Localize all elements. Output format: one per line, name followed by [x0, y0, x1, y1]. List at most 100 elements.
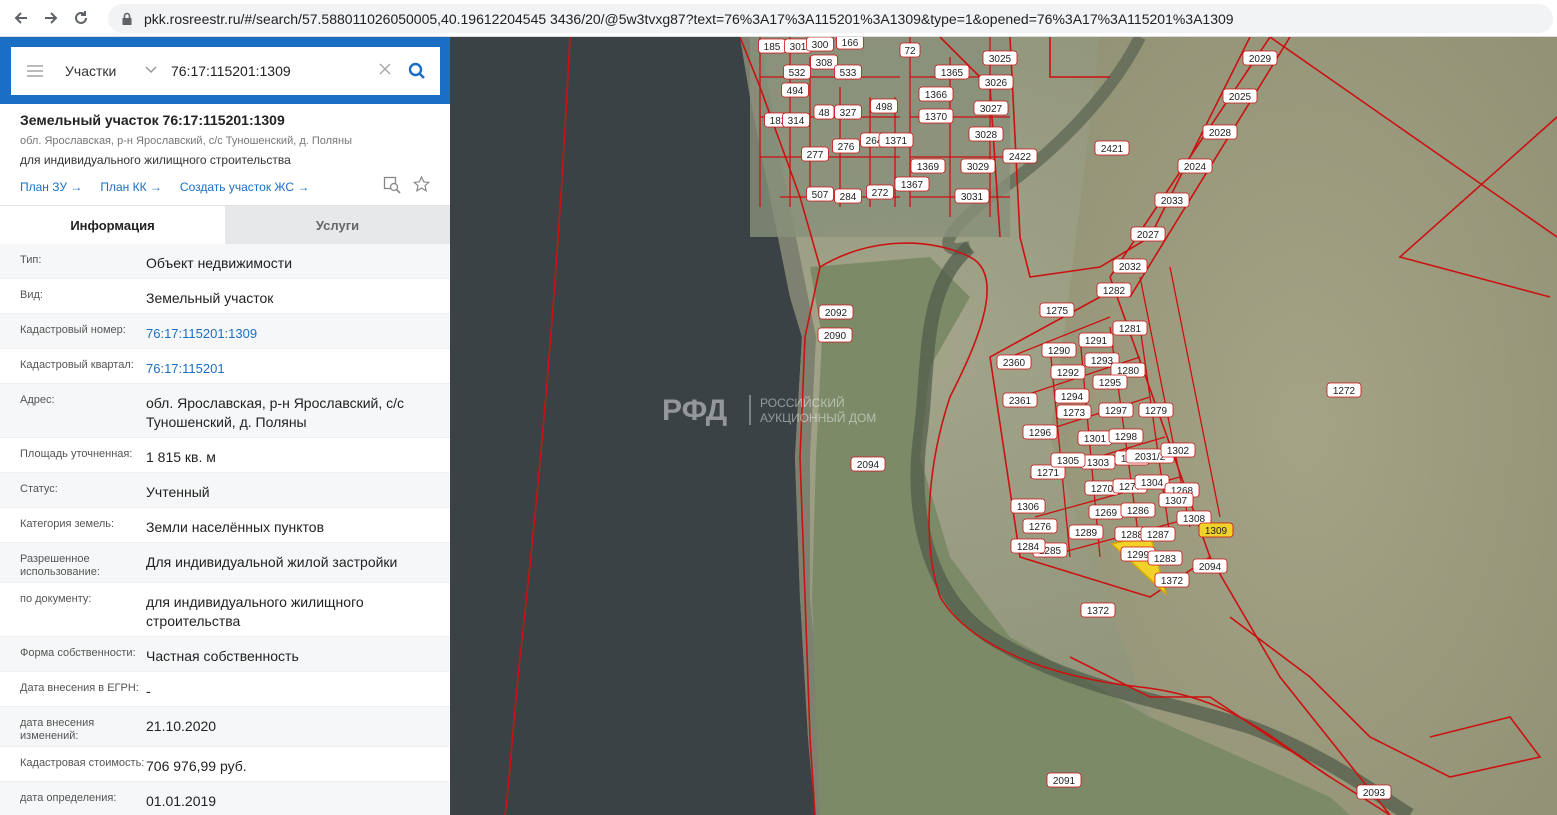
- parcel-label[interactable]: 300: [806, 37, 834, 52]
- parcel-label[interactable]: 1307: [1158, 492, 1194, 508]
- parcel-label[interactable]: 3025: [982, 50, 1018, 66]
- object-purpose: для индивидуального жилищного строительс…: [20, 153, 291, 167]
- parcel-label[interactable]: 2421: [1094, 140, 1130, 156]
- parcel-label[interactable]: 2094: [850, 456, 886, 472]
- chevron-down-icon[interactable]: [145, 65, 161, 77]
- tab-information[interactable]: Информация: [0, 206, 225, 244]
- parcel-label[interactable]: 2025: [1222, 88, 1258, 104]
- plan-kk-link[interactable]: План КК →: [100, 180, 162, 194]
- parcel-label[interactable]: 3029: [960, 158, 996, 174]
- parcel-label[interactable]: 1301: [1077, 430, 1113, 446]
- parcel-label[interactable]: 2422: [1002, 148, 1038, 164]
- parcel-label[interactable]: 1294: [1054, 388, 1090, 404]
- parcel-label[interactable]: 3026: [978, 74, 1014, 90]
- parcel-label[interactable]: 2360: [996, 354, 1032, 370]
- back-arrow-icon[interactable]: [6, 3, 36, 33]
- parcel-label[interactable]: 308: [810, 54, 838, 70]
- parcel-label[interactable]: 185: [758, 38, 786, 54]
- parcel-label[interactable]: 166: [836, 37, 864, 50]
- parcel-label[interactable]: 3031: [954, 188, 990, 204]
- zoom-to-object-icon[interactable]: [383, 176, 401, 197]
- parcel-label[interactable]: 1296: [1022, 424, 1058, 440]
- parcel-label[interactable]: 2029: [1242, 50, 1278, 66]
- parcel-label[interactable]: 1281: [1112, 320, 1148, 336]
- parcel-label[interactable]: 1273: [1056, 404, 1092, 420]
- parcel-label[interactable]: 2094: [1192, 558, 1228, 574]
- menu-icon[interactable]: [27, 65, 43, 77]
- parcel-label[interactable]: 1269: [1088, 504, 1124, 520]
- parcel-label[interactable]: 1370: [918, 108, 954, 124]
- clear-icon[interactable]: [376, 62, 394, 80]
- parcel-label-text: 72: [904, 46, 916, 57]
- favorite-star-icon[interactable]: [412, 175, 431, 197]
- parcel-label[interactable]: 1366: [918, 86, 954, 102]
- parcel-label[interactable]: 1309: [1198, 522, 1234, 538]
- parcel-label[interactable]: 1282: [1096, 282, 1132, 298]
- parcel-label[interactable]: 2024: [1177, 158, 1213, 174]
- parcel-label[interactable]: 1302: [1160, 442, 1196, 458]
- address-bar[interactable]: pkk.rosreestr.ru/#/search/57.58801102605…: [108, 4, 1553, 33]
- parcel-label[interactable]: 1369: [910, 158, 946, 174]
- parcel-label[interactable]: 327: [834, 104, 862, 120]
- parcel-label[interactable]: 1283: [1147, 550, 1183, 566]
- parcel-label[interactable]: 533: [834, 64, 862, 80]
- parcel-label[interactable]: 1289: [1068, 524, 1104, 540]
- parcel-label[interactable]: 284: [834, 188, 862, 204]
- search-input[interactable]: [171, 63, 376, 79]
- parcel-label[interactable]: 276: [832, 138, 860, 154]
- forward-arrow-icon[interactable]: [36, 3, 66, 33]
- parcel-label[interactable]: 1297: [1098, 402, 1134, 418]
- parcel-label[interactable]: 1367: [894, 176, 930, 192]
- parcel-label[interactable]: 1272: [1326, 382, 1362, 398]
- parcel-label[interactable]: 1372: [1154, 572, 1190, 588]
- parcel-label[interactable]: 1276: [1022, 518, 1058, 534]
- parcel-label[interactable]: 532: [783, 64, 811, 80]
- parcel-label[interactable]: 498: [870, 98, 898, 114]
- parcel-label[interactable]: 1292: [1050, 364, 1086, 380]
- parcel-label[interactable]: 2032: [1112, 258, 1148, 274]
- parcel-label[interactable]: 2033: [1154, 192, 1190, 208]
- info-row-value[interactable]: 76:17:115201: [146, 359, 450, 383]
- search-button[interactable]: [402, 56, 432, 86]
- parcel-label[interactable]: 494: [781, 82, 809, 98]
- parcel-label[interactable]: 1305: [1050, 452, 1086, 468]
- parcel-label[interactable]: 2361: [1002, 392, 1038, 408]
- tab-services[interactable]: Услуги: [225, 206, 450, 244]
- parcel-label[interactable]: 507: [806, 186, 834, 202]
- map-canvas[interactable]: РФД РОССИЙСКИЙ АУКЦИОННЫЙ ДОМ 185 301 300 1…: [450, 37, 1557, 815]
- parcel-label[interactable]: 3027: [973, 100, 1009, 116]
- reload-icon[interactable]: [66, 3, 96, 33]
- parcel-label[interactable]: 1365: [934, 64, 970, 80]
- parcel-label[interactable]: 1286: [1120, 502, 1156, 518]
- parcel-label[interactable]: 1298: [1108, 428, 1144, 444]
- parcel-label[interactable]: 2092: [818, 304, 854, 320]
- parcel-label[interactable]: 2091: [1046, 772, 1082, 788]
- parcel-label[interactable]: 2093: [1356, 784, 1392, 800]
- parcel-label[interactable]: 1303: [1080, 454, 1116, 470]
- parcel-label[interactable]: 1372: [1080, 602, 1116, 618]
- parcel-label[interactable]: 1284: [1010, 538, 1046, 554]
- cadastral-map[interactable]: РФД РОССИЙСКИЙ АУКЦИОННЫЙ ДОМ 185 301 300 1…: [450, 37, 1557, 815]
- parcel-label[interactable]: 1287: [1140, 526, 1176, 542]
- parcel-label[interactable]: 2027: [1130, 226, 1166, 242]
- create-parcel-link[interactable]: Создать участок ЖС →: [180, 180, 309, 194]
- parcel-label[interactable]: 48: [813, 104, 835, 120]
- info-row-value[interactable]: 76:17:115201:1309: [146, 324, 450, 348]
- parcel-label[interactable]: 1291: [1078, 332, 1114, 348]
- parcel-label[interactable]: 277: [801, 146, 829, 162]
- parcel-label[interactable]: 2028: [1202, 124, 1238, 140]
- plan-zu-link[interactable]: План ЗУ →: [20, 180, 82, 194]
- parcel-label[interactable]: 272: [866, 184, 894, 200]
- parcel-label[interactable]: 314: [782, 112, 810, 128]
- parcel-label[interactable]: 1304: [1134, 474, 1170, 490]
- parcel-label[interactable]: 1275: [1039, 302, 1075, 318]
- search-type-select[interactable]: Участки: [65, 63, 145, 79]
- parcel-label[interactable]: 1279: [1138, 402, 1174, 418]
- parcel-label[interactable]: 1306: [1010, 498, 1046, 514]
- parcel-label[interactable]: 1295: [1092, 374, 1128, 390]
- parcel-label[interactable]: 72: [899, 42, 921, 58]
- parcel-label[interactable]: 1290: [1041, 342, 1077, 358]
- parcel-label[interactable]: 2090: [817, 327, 853, 343]
- parcel-label[interactable]: 3028: [968, 126, 1004, 142]
- parcel-label[interactable]: 1371: [878, 132, 914, 148]
